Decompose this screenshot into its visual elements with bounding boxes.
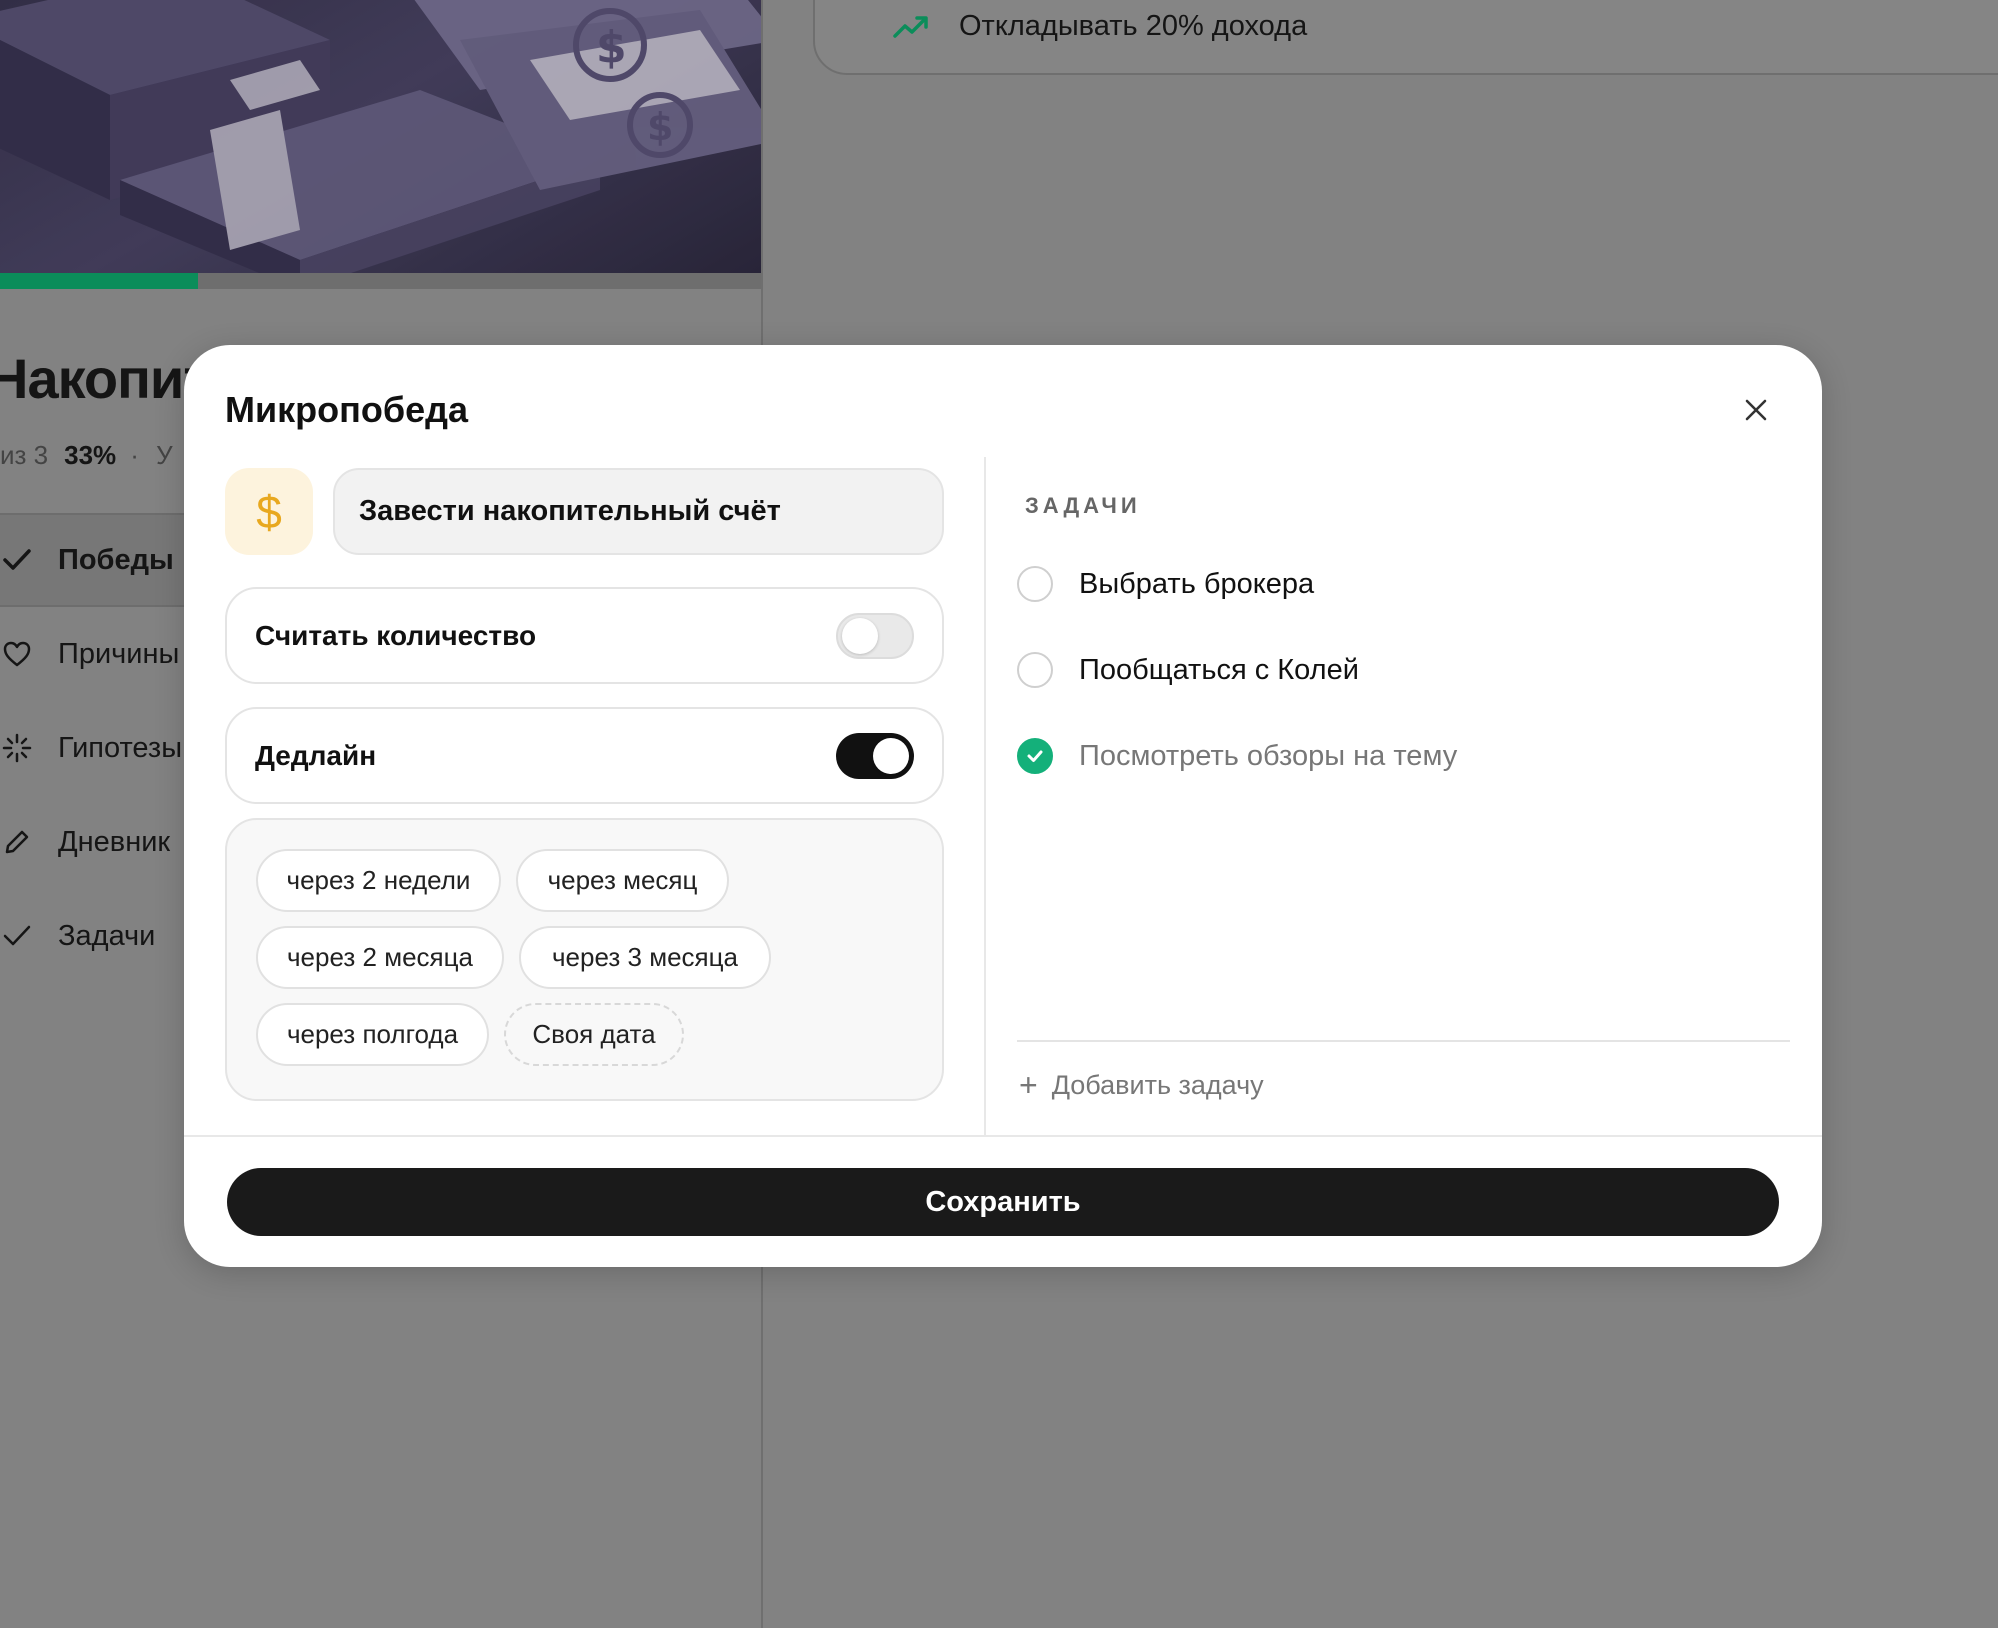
modal-title: Микропобеда	[225, 389, 468, 430]
check-icon	[0, 919, 34, 953]
goal-count: из 3	[0, 440, 49, 470]
goal-progress-fill	[0, 273, 199, 289]
count-toggle-row: Считать количество	[225, 587, 944, 684]
goal-card-text: Откладывать 20% дохода	[959, 10, 1308, 42]
win-icon-picker[interactable]: $	[225, 468, 313, 555]
count-toggle-label: Считать количество	[255, 619, 537, 651]
chip-custom-date[interactable]: Своя дата	[504, 1003, 684, 1066]
meta-extra: У	[156, 440, 173, 470]
close-icon	[1743, 397, 1769, 428]
micro-win-modal: Микропобеда $ Считать количество Дедлайн…	[184, 345, 1822, 1267]
check-icon	[0, 543, 34, 577]
nav-item-label: Задачи	[58, 919, 156, 952]
task-checkbox[interactable]	[1017, 566, 1053, 602]
column-divider	[984, 457, 986, 1135]
add-task-button[interactable]: + Добавить задачу	[1019, 1067, 1264, 1104]
chip-half-year[interactable]: через полгода	[256, 1003, 489, 1066]
save-button[interactable]: Сохранить	[227, 1168, 1779, 1236]
task-checkbox-checked[interactable]	[1017, 738, 1053, 774]
plus-icon: +	[1019, 1067, 1038, 1103]
goal-progress-bar	[0, 273, 761, 289]
task-item[interactable]: Посмотреть обзоры на тему	[1017, 734, 1457, 778]
task-checkbox[interactable]	[1017, 652, 1053, 688]
chip-2-months[interactable]: через 2 месяца	[256, 926, 504, 989]
chip-month[interactable]: через месяц	[516, 849, 729, 912]
page-title: Накопит	[0, 347, 211, 410]
chip-3-months[interactable]: через 3 месяца	[519, 926, 771, 989]
footer-divider	[184, 1135, 1822, 1137]
nav-item-label: Победы	[58, 543, 174, 576]
deadline-toggle-label: Дедлайн	[255, 739, 377, 771]
pencil-icon	[0, 825, 34, 859]
add-task-label: Добавить задачу	[1051, 1070, 1264, 1100]
sparkle-icon	[0, 731, 34, 765]
dollar-icon: $	[256, 485, 282, 538]
task-item[interactable]: Пообщаться с Колей	[1017, 648, 1359, 692]
task-text: Пообщаться с Колей	[1079, 653, 1359, 686]
tasks-header: ЗАДАЧИ	[1025, 493, 1141, 518]
count-toggle-switch[interactable]	[836, 612, 914, 659]
cover-image: $ $	[0, 0, 761, 273]
tasks-divider	[1017, 1040, 1790, 1042]
win-name-input[interactable]	[333, 468, 944, 555]
nav-item-label: Гипотезы	[58, 731, 183, 764]
meta-separator: ·	[130, 440, 139, 470]
check-icon	[1027, 750, 1043, 762]
deadline-toggle-switch[interactable]	[836, 732, 914, 779]
heart-icon	[0, 637, 34, 671]
chip-2-weeks[interactable]: через 2 недели	[256, 849, 501, 912]
task-text: Выбрать брокера	[1079, 567, 1315, 600]
nav-item-label: Дневник	[58, 825, 171, 858]
switch-knob	[842, 617, 878, 654]
goal-meta: из 3 33% · У	[0, 440, 173, 471]
deadline-options: через 2 недели через месяц через 2 месяц…	[225, 818, 944, 1101]
switch-knob	[873, 737, 909, 774]
task-item[interactable]: Выбрать брокера	[1017, 562, 1314, 606]
trend-up-icon	[893, 12, 929, 47]
deadline-toggle-row: Дедлайн	[225, 707, 944, 804]
goal-percent: 33%	[64, 440, 117, 470]
close-button[interactable]	[1734, 390, 1778, 434]
task-text: Посмотреть обзоры на тему	[1079, 739, 1458, 772]
nav-item-label: Причины	[58, 637, 180, 670]
